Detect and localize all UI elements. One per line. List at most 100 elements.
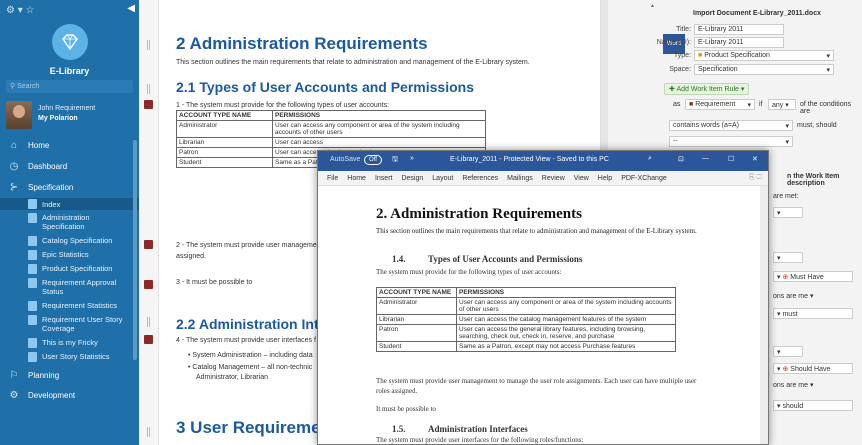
word-scrollbar[interactable] [760,186,768,444]
sidebar-item-this-is-my-fricky[interactable]: This is my Fricky [0,338,139,348]
table-header: PERMISSIONS [272,110,486,121]
autosave-toggle[interactable]: Off [364,155,382,165]
priority-select[interactable]: ▾ ⊕ Must Have [773,271,853,282]
name-field[interactable]: E-Library 2011 [694,37,784,48]
menu-help[interactable]: Help [598,175,612,182]
word-select-2[interactable]: ▾ should [773,400,853,411]
word-window[interactable]: AutoSave Off 🖫 » E-Library_2011 - Protec… [317,150,769,445]
word-value: should [782,403,804,410]
sidebar-item-epic-statistics[interactable]: Epic Statistics [0,250,139,260]
drag-handle[interactable] [147,427,150,437]
menu-pdf-xchange[interactable]: PDF-XChange [621,175,667,182]
menu-layout[interactable]: Layout [432,175,453,182]
heading-3: 3 User Requirement [176,418,337,437]
dashboard-icon: ◷ [9,160,19,172]
menu-review[interactable]: Review [542,175,565,182]
sidebar-item-requirement-approval-status[interactable]: Requirement Approval Status [0,278,139,296]
menu-home[interactable]: Home [347,175,366,182]
word-page[interactable]: 2. Administration Requirements This sect… [318,186,768,444]
requirement-icon[interactable] [144,100,153,109]
requirement-icon[interactable] [144,240,153,249]
sidebar-scrollbar[interactable] [133,140,137,360]
drag-handle[interactable] [147,40,150,50]
table-cell: Administrator [176,120,273,138]
save-icon[interactable]: 🖫 [392,155,398,166]
sidebar-item-index[interactable]: Index [0,198,139,210]
word-title-bar[interactable]: AutoSave Off 🖫 » E-Library_2011 - Protec… [318,151,768,171]
sidebar-item-requirement-statistics[interactable]: Requirement Statistics [0,301,139,311]
collapse-sidebar-icon[interactable]: ◀ [127,3,135,14]
nav-specification[interactable]: ⊱ Specification [0,178,139,196]
sidebar-item-product-specification[interactable]: Product Specification [0,264,139,274]
space-select[interactable]: Specification ▾ [694,64,834,75]
dropdown[interactable]: ▾ [773,252,803,263]
sidebar-item-user-story-statistics[interactable]: User Story Statistics [0,352,139,362]
dropdown[interactable]: ▾ [773,207,803,218]
chevron-down-icon: ▾ [826,53,830,60]
menu-design[interactable]: Design [401,175,423,182]
table-row: Librarian User can access [176,137,486,148]
requirement-icon[interactable] [144,280,153,289]
share-icons[interactable]: ⎘ ☐ [749,174,762,182]
sidebar-item-requirement-user-story-coverage[interactable]: Requirement User Story Coverage [0,315,139,333]
bullet-item-cont: Administrator, Librarian [196,374,268,381]
space-value: Specification [698,66,738,73]
bullet-item: • Catalog Management – all non-technic [188,364,313,371]
more-icon[interactable]: » [410,155,414,162]
requirement-3: 3 - It must be possible to [176,279,253,286]
priority-select-2[interactable]: ▾ ⊕ Should Have [773,363,853,374]
ribbon-icon[interactable]: ⊡ [678,155,684,163]
document-icon [28,301,37,311]
menu-file[interactable]: File [327,175,338,182]
document-icon [28,199,37,209]
requirement-icon[interactable] [144,335,153,344]
menu-mailings[interactable]: Mailings [507,175,533,182]
settings-star-icons[interactable]: ⚙ ▾ ☆ [6,5,35,16]
add-rule-label: Add Work Item Rule [676,86,739,93]
close-icon[interactable]: ✕ [752,155,758,163]
table-cell: Same as a Patron, except may not access … [456,341,676,352]
maximize-icon[interactable]: ☐ [728,155,734,163]
bullet-item: • System Administration – including data [188,352,313,359]
add-work-item-rule-button[interactable]: ✚ Add Work Item Rule ▾ [664,83,750,95]
requirement-4: 4 - The system must provide user interfa… [176,337,316,344]
sidebar-item-label: Index [42,199,61,209]
sidebar-item-administration-specification[interactable]: Administration Specification [0,213,139,231]
search-input[interactable]: ⚲ Search [6,80,133,93]
nav-development[interactable]: ⚙ Development [0,386,139,404]
title-label: Title: [676,26,691,33]
conditions-text: ons are me [773,382,809,389]
type-select[interactable]: ■ Product Specification ▾ [694,50,834,61]
condition-words: must, should [797,122,837,129]
dropdown[interactable]: ▾ [773,346,803,357]
drag-handle[interactable] [147,317,150,327]
menu-references[interactable]: References [462,175,498,182]
condition-select[interactable]: contains words (a=A) ▾ [669,120,793,131]
sidebar-item-catalog-specification[interactable]: Catalog Specification [0,236,139,246]
project-name[interactable]: E-Library [0,66,139,76]
search-icon[interactable]: ⌕ [648,155,652,163]
avatar [6,101,32,129]
nav-dashboard[interactable]: ◷ Dashboard [0,157,139,175]
my-polarion-link[interactable]: My Polarion [38,115,78,122]
document-icon [28,352,37,362]
rule-type-select[interactable]: ■ Requirement ▾ [685,99,755,110]
priority-value: Should Have [790,366,831,373]
condition-select-2[interactable]: -- ▾ [669,136,793,147]
document-icon [28,338,37,348]
drag-handle[interactable] [147,84,150,94]
table-cell: Librarian [376,314,457,325]
conditions-label: ons are me ▾ [773,293,814,300]
minimize-icon[interactable]: — [702,155,709,162]
title-field[interactable]: E-Library 2011 [694,24,784,35]
menu-insert[interactable]: Insert [375,175,393,182]
chevron-down-icon: ▾ [785,139,789,146]
word-value: must [782,311,798,318]
nav-home[interactable]: ⌂ Home [0,136,139,154]
menu-view[interactable]: View [574,175,589,182]
nav-planning[interactable]: ⚐ Planning [0,366,139,384]
scroll-up-icon[interactable]: ▲ [650,3,655,9]
word-select[interactable]: ▾ must [773,308,853,319]
rule-any-select[interactable]: any ▾ [768,99,796,110]
user-block[interactable]: John Requirement My Polarion [6,101,136,131]
